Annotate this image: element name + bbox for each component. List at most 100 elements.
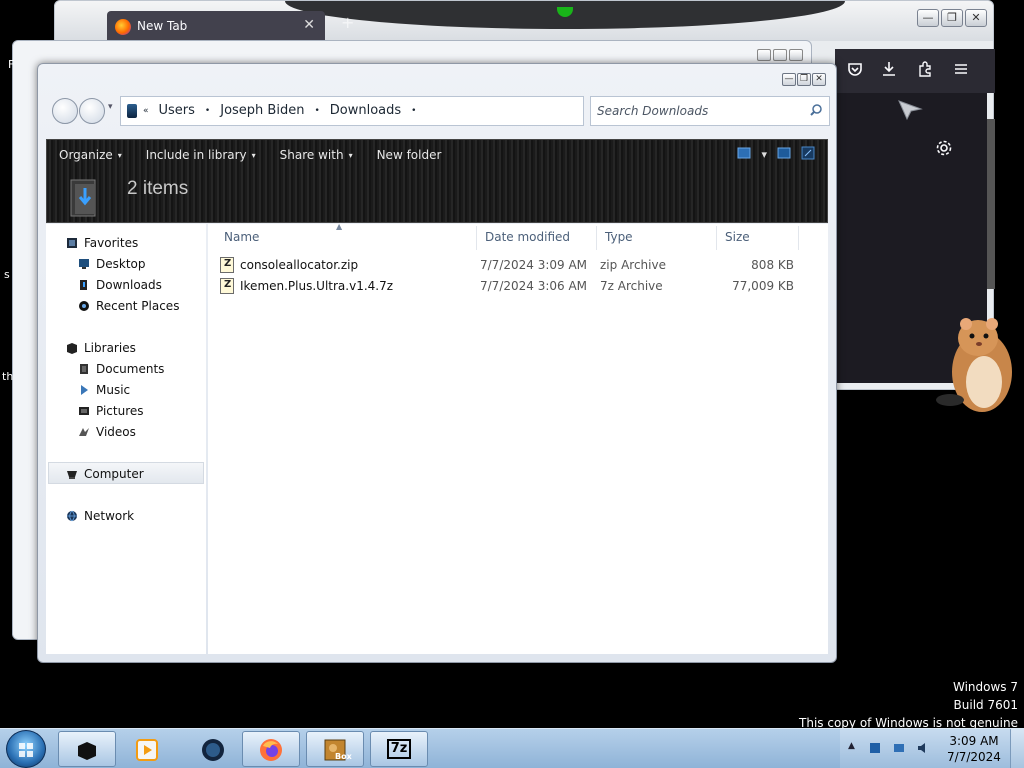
explorer-window: — ❐ ✕ ▾ « Users • Joseph Biden • Downloa… bbox=[37, 63, 837, 663]
breadcrumb-downloads[interactable]: Downloads bbox=[330, 103, 401, 118]
nav-item-pictures[interactable]: Pictures bbox=[78, 404, 144, 418]
show-desktop-button[interactable] bbox=[1010, 729, 1024, 768]
background-window-controls bbox=[757, 49, 803, 61]
scrollbar[interactable] bbox=[987, 119, 995, 289]
column-separator[interactable] bbox=[798, 226, 799, 250]
close-tab-icon[interactable]: ✕ bbox=[303, 17, 315, 33]
file-row[interactable]: Ikemen.Plus.Ultra.v1.4.7z 7/7/2024 3:06 … bbox=[214, 276, 794, 296]
nav-computer[interactable]: Computer bbox=[66, 467, 144, 481]
preview-pane-icon[interactable] bbox=[777, 147, 791, 162]
new-tab-button[interactable]: + bbox=[341, 13, 354, 32]
menu-icon[interactable] bbox=[953, 61, 969, 81]
volume-tray-icon[interactable] bbox=[916, 741, 930, 755]
nav-item-label: Music bbox=[96, 383, 131, 397]
show-hidden-icons-button[interactable]: ▲ bbox=[848, 741, 855, 751]
more-options-icon[interactable]: ▾ bbox=[761, 148, 767, 161]
nav-item-recent-places[interactable]: Recent Places bbox=[78, 299, 179, 313]
firefox-app-icon bbox=[260, 739, 282, 761]
nav-item-downloads[interactable]: Downloads bbox=[78, 278, 162, 292]
breadcrumb-separator[interactable]: • bbox=[314, 106, 319, 116]
breadcrumb-root-chevron[interactable]: « bbox=[143, 106, 149, 116]
new-folder-button[interactable]: New folder bbox=[365, 148, 454, 162]
breadcrumb-separator[interactable]: • bbox=[411, 106, 416, 116]
windows-logo-icon bbox=[19, 743, 33, 757]
column-separator[interactable] bbox=[596, 226, 597, 250]
share-with-button[interactable]: Share with ▾ bbox=[268, 148, 365, 162]
recent-places-icon bbox=[79, 301, 89, 311]
view-controls: ▾ bbox=[737, 146, 815, 163]
maximize-button[interactable]: ❐ bbox=[941, 9, 963, 27]
change-view-icon[interactable] bbox=[737, 147, 751, 162]
nav-item-documents[interactable]: Documents bbox=[78, 362, 164, 376]
libraries-icon bbox=[67, 343, 77, 354]
column-header-date-modified[interactable]: Date modified bbox=[485, 230, 570, 244]
breadcrumb-user[interactable]: Joseph Biden bbox=[220, 103, 304, 118]
firefox-window-controls: — ❐ ✕ bbox=[917, 9, 987, 27]
extensions-icon[interactable] bbox=[917, 61, 933, 81]
file-name-cell: consoleallocator.zip bbox=[220, 257, 358, 273]
taskbar-clock[interactable]: 3:09 AM 7/7/2024 bbox=[946, 733, 1002, 765]
taskbar-7zip[interactable]: 7z bbox=[370, 731, 428, 767]
taskbar-firefox-dark[interactable] bbox=[184, 731, 242, 767]
taskbar-box-app[interactable]: Box bbox=[306, 731, 364, 767]
nav-item-videos[interactable]: Videos bbox=[78, 425, 136, 439]
search-input[interactable]: Search Downloads bbox=[597, 104, 708, 118]
address-bar[interactable]: « Users • Joseph Biden • Downloads • ▾ bbox=[120, 96, 641, 126]
recent-pages-button[interactable]: ▾ bbox=[108, 102, 113, 112]
nav-network[interactable]: Network bbox=[66, 509, 134, 523]
breadcrumb-separator[interactable]: • bbox=[205, 106, 210, 116]
include-in-library-button[interactable]: Include in library ▾ bbox=[134, 148, 268, 162]
download-icon[interactable] bbox=[881, 61, 897, 81]
pocket-icon[interactable] bbox=[847, 61, 863, 81]
file-type: 7z Archive bbox=[600, 279, 663, 293]
column-header-size[interactable]: Size bbox=[725, 230, 750, 244]
minimize-button[interactable]: — bbox=[917, 9, 939, 27]
edge-fragment: s bbox=[4, 268, 10, 281]
close-button[interactable]: ✕ bbox=[812, 73, 826, 86]
item-count: 2 items bbox=[127, 178, 189, 199]
firefox-tabstrip: New Tab ✕ + — ❐ ✕ bbox=[55, 1, 993, 41]
column-separator[interactable] bbox=[476, 226, 477, 250]
nav-item-music[interactable]: Music bbox=[78, 383, 130, 397]
column-separator[interactable] bbox=[716, 226, 717, 250]
windows-watermark: Windows 7 Build 7601 This copy of Window… bbox=[799, 678, 1018, 732]
new-folder-label: New folder bbox=[376, 148, 442, 162]
send-arrow-icon bbox=[898, 100, 923, 121]
close-button[interactable]: ✕ bbox=[965, 9, 987, 27]
search-icon[interactable] bbox=[809, 103, 823, 117]
search-box[interactable]: Search Downloads bbox=[590, 96, 830, 126]
chevron-down-icon: ▾ bbox=[117, 150, 122, 160]
share-with-label: Share with bbox=[279, 148, 344, 162]
nav-item-desktop[interactable]: Desktop bbox=[78, 257, 146, 271]
hamster-desktop-pet[interactable] bbox=[930, 310, 1020, 420]
forward-button[interactable] bbox=[79, 98, 105, 124]
taskbar-explorer[interactable] bbox=[58, 731, 116, 767]
column-header-name[interactable]: Name bbox=[224, 230, 259, 244]
breadcrumb-users[interactable]: Users bbox=[159, 103, 195, 118]
organize-button[interactable]: Organize ▾ bbox=[47, 148, 134, 162]
maximize-button[interactable]: ❐ bbox=[797, 73, 811, 86]
nav-favorites[interactable]: Favorites bbox=[66, 236, 138, 250]
file-row[interactable]: consoleallocator.zip 7/7/2024 3:09 AM zi… bbox=[214, 255, 794, 275]
taskbar-media-player[interactable] bbox=[118, 731, 176, 767]
chevron-down-icon: ▾ bbox=[348, 150, 353, 160]
close-button[interactable] bbox=[789, 49, 803, 61]
taskbar-firefox[interactable] bbox=[242, 731, 300, 767]
security-tray-icon[interactable] bbox=[868, 741, 882, 755]
gear-icon[interactable] bbox=[935, 139, 953, 162]
column-header-type[interactable]: Type bbox=[605, 230, 633, 244]
nav-item-label: Videos bbox=[96, 425, 136, 439]
minimize-button[interactable] bbox=[757, 49, 771, 61]
media-player-icon bbox=[136, 739, 158, 761]
nav-item-label: Downloads bbox=[96, 278, 162, 292]
help-icon[interactable] bbox=[801, 146, 815, 163]
folder-icon bbox=[127, 104, 137, 118]
network-tray-icon[interactable] bbox=[892, 741, 906, 755]
clock-date: 7/7/2024 bbox=[947, 750, 1001, 764]
nav-libraries[interactable]: Libraries bbox=[66, 341, 136, 355]
firefox-tab[interactable]: New Tab ✕ bbox=[107, 11, 325, 41]
start-button[interactable] bbox=[6, 730, 46, 768]
back-button[interactable] bbox=[52, 98, 78, 124]
minimize-button[interactable]: — bbox=[782, 73, 796, 86]
maximize-button[interactable] bbox=[773, 49, 787, 61]
